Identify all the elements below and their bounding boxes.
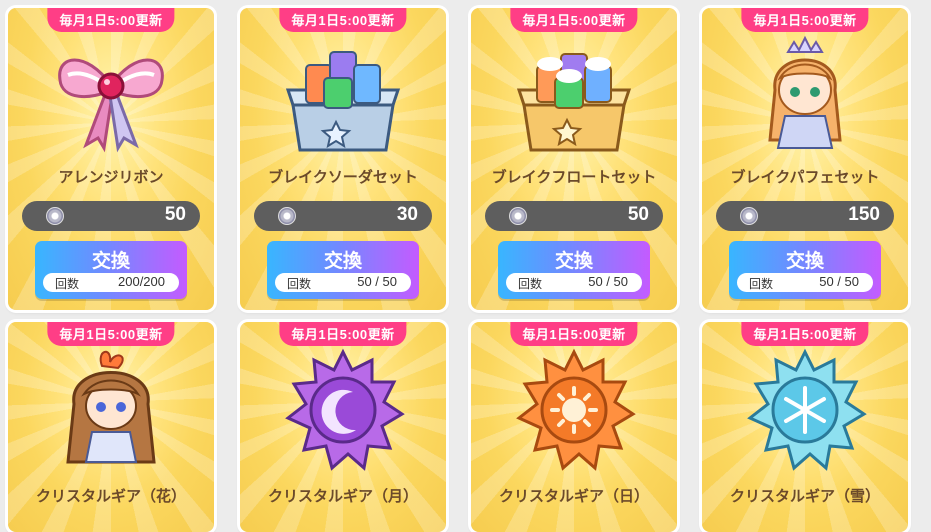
exchange-count: 回数 50 / 50: [506, 273, 642, 292]
shop-item-card[interactable]: 毎月1日5:00更新 アレンジリボン 50 交換 回数 200/200: [8, 8, 214, 310]
refresh-badge: 毎月1日5:00更新: [741, 322, 869, 346]
item-name: クリスタルギア（雪）: [729, 487, 880, 505]
price-value: 30: [396, 204, 418, 225]
shop-item-card[interactable]: 毎月1日5:00更新 クリスタルギア（花）: [8, 322, 214, 532]
count-label: 回数: [55, 277, 80, 291]
count-label: 回数: [287, 277, 312, 291]
exchange-label: 交換: [323, 250, 362, 272]
count-value: 50 / 50: [588, 274, 628, 289]
exchange-label: 交換: [785, 250, 824, 272]
item-name: ブレイクソーダセット: [268, 168, 418, 186]
exchange-button[interactable]: 交換 回数 200/200: [35, 241, 187, 299]
exchange-label: 交換: [554, 250, 593, 272]
shop-item-card[interactable]: 毎月1日5:00更新 ブレイクフロートセット 50 交換 回数 50 / 50: [471, 8, 677, 310]
exchange-label: 交換: [91, 250, 130, 272]
count-value: 200/200: [118, 274, 165, 289]
price-value: 50: [164, 204, 186, 225]
exchange-count: 回数 50 / 50: [275, 273, 411, 292]
shop-item-card[interactable]: 毎月1日5:00更新 ブレイクパフェセット 150 交換 回数 50 / 50: [702, 8, 908, 310]
count-value: 50 / 50: [819, 274, 859, 289]
item-name: クリスタルギア（日）: [498, 487, 649, 505]
price-bar: 150: [716, 201, 894, 231]
exchange-button[interactable]: 交換 回数 50 / 50: [498, 241, 650, 299]
refresh-badge: 毎月1日5:00更新: [510, 8, 638, 32]
ribbon-icon: [58, 58, 164, 153]
item-name: クリスタルギア（月）: [267, 487, 418, 505]
count-label: 回数: [749, 277, 774, 291]
price-bar: 50: [485, 201, 663, 231]
refresh-badge: 毎月1日5:00更新: [279, 8, 407, 32]
float-set-icon: [516, 53, 632, 152]
item-name: クリスタルギア（花）: [35, 487, 186, 505]
shop-item-card[interactable]: 毎月1日5:00更新 クリスタルギア（月）: [240, 322, 446, 532]
coin-icon: [278, 207, 296, 225]
character-crystal-flower-icon: [66, 351, 156, 464]
refresh-badge: 毎月1日5:00更新: [741, 8, 869, 32]
gear-sun-icon: [516, 348, 636, 471]
gear-snow-icon: [747, 348, 867, 471]
shop-item-card[interactable]: 毎月1日5:00更新 クリスタルギア（雪）: [702, 322, 908, 532]
shop-item-card[interactable]: 毎月1日5:00更新 ブレイクソーダセット 30 交換 回数 50 / 50: [240, 8, 446, 310]
count-label: 回数: [518, 277, 543, 291]
price-bar: 50: [22, 201, 200, 231]
item-name: ブレイクフロートセット: [491, 168, 657, 186]
refresh-badge: 毎月1日5:00更新: [510, 322, 638, 346]
shop-item-card[interactable]: 毎月1日5:00更新 クリスタルギア（日）: [471, 322, 677, 532]
coin-icon: [509, 207, 527, 225]
refresh-badge: 毎月1日5:00更新: [47, 322, 175, 346]
coin-icon: [740, 207, 758, 225]
price-value: 150: [848, 204, 880, 225]
soda-set-icon: [285, 51, 401, 152]
item-name: ブレイクパフェセット: [730, 168, 880, 186]
item-name: アレンジリボン: [58, 168, 164, 186]
coin-icon: [46, 207, 64, 225]
count-value: 50 / 50: [357, 274, 397, 289]
exchange-button[interactable]: 交換 回数 50 / 50: [267, 241, 419, 299]
exchange-button[interactable]: 交換 回数 50 / 50: [729, 241, 881, 299]
price-value: 50: [627, 204, 649, 225]
refresh-badge: 毎月1日5:00更新: [47, 8, 175, 32]
refresh-badge: 毎月1日5:00更新: [279, 322, 407, 346]
exchange-count: 回数 50 / 50: [737, 273, 873, 292]
shop-grid: 毎月1日5:00更新 アレンジリボン 50 交換 回数 200/200 毎月1日…: [0, 0, 931, 532]
price-bar: 30: [254, 201, 432, 231]
exchange-count: 回数 200/200: [43, 273, 179, 292]
princess-character-icon: [768, 35, 842, 149]
gear-moon-icon: [285, 348, 405, 471]
